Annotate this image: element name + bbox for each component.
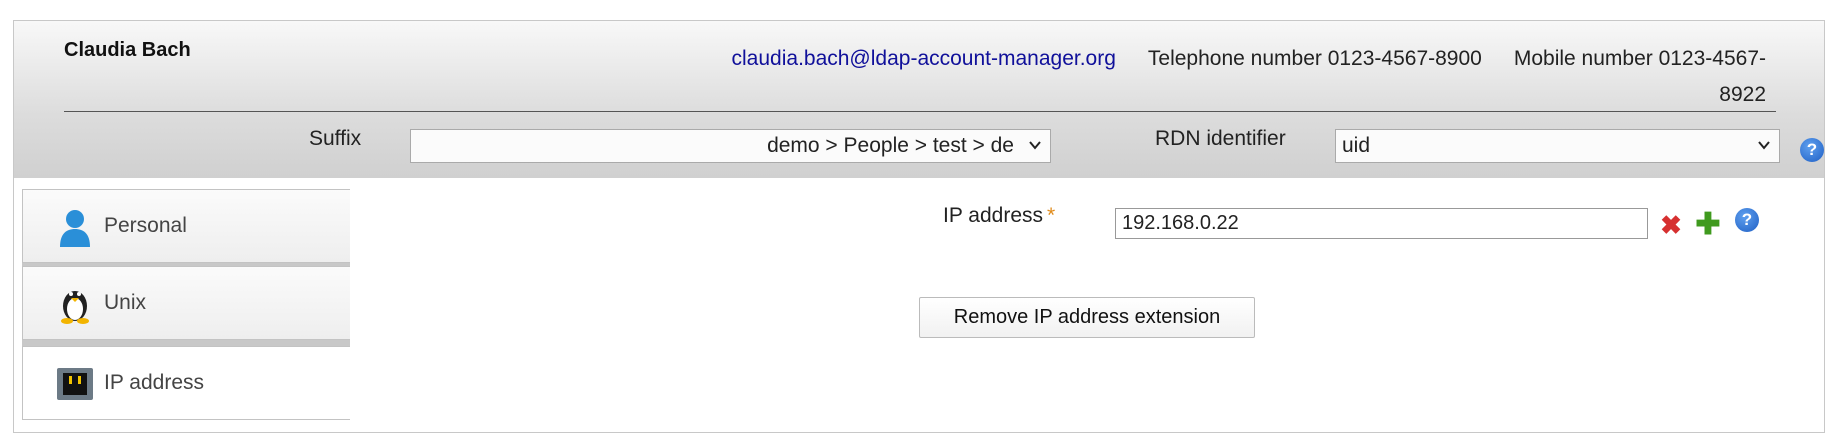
tab-unix[interactable]: Unix [22,266,350,340]
mobile-text: Mobile number 0123-4567-8922 [1513,47,1766,106]
network-port-icon [55,364,95,404]
person-icon [55,207,95,247]
suffix-label: Suffix [309,127,362,150]
tab-personal[interactable]: Personal [22,189,350,263]
account-header: Claudia Bach claudia.bach@ldap-account-m… [14,21,1824,178]
chevron-down-icon [1028,130,1042,174]
ip-address-label: IP address * [943,204,1055,228]
penguin-icon [55,284,95,324]
tab-label: Unix [104,291,147,314]
tab-label: IP address [104,371,205,394]
header-divider [64,111,1776,112]
required-marker: * [1047,204,1056,227]
tab-ip-address[interactable]: IP address [22,346,350,420]
help-icon[interactable]: ? [1800,138,1824,162]
suffix-value: demo > People > test > de [767,134,1014,157]
delete-icon[interactable]: ✖ [1657,211,1685,239]
tab-label: Personal [104,214,187,237]
remove-ip-extension-button[interactable]: Remove IP address extension [919,297,1255,338]
account-name: Claudia Bach [64,39,191,61]
rdn-select[interactable]: uid [1335,129,1780,163]
ip-address-label-text: IP address [943,204,1044,227]
telephone-text: Telephone number 0123-4567-8900 [1147,47,1482,70]
email-link[interactable]: claudia.bach@ldap-account-manager.org [732,47,1116,70]
rdn-value: uid [1342,134,1371,157]
rdn-label: RDN identifier [1155,127,1286,150]
chevron-down-icon [1757,130,1771,174]
account-editor: Claudia Bach claudia.bach@ldap-account-m… [13,20,1825,433]
help-icon[interactable]: ? [1735,208,1759,232]
module-tabs: Personal Unix IP address [22,189,350,420]
contact-info: claudia.bach@ldap-account-manager.org Tel… [716,41,1766,113]
ip-address-input[interactable] [1115,208,1648,239]
add-icon[interactable]: ✚ [1694,210,1722,240]
suffix-select[interactable]: demo > People > test > de [410,129,1051,163]
